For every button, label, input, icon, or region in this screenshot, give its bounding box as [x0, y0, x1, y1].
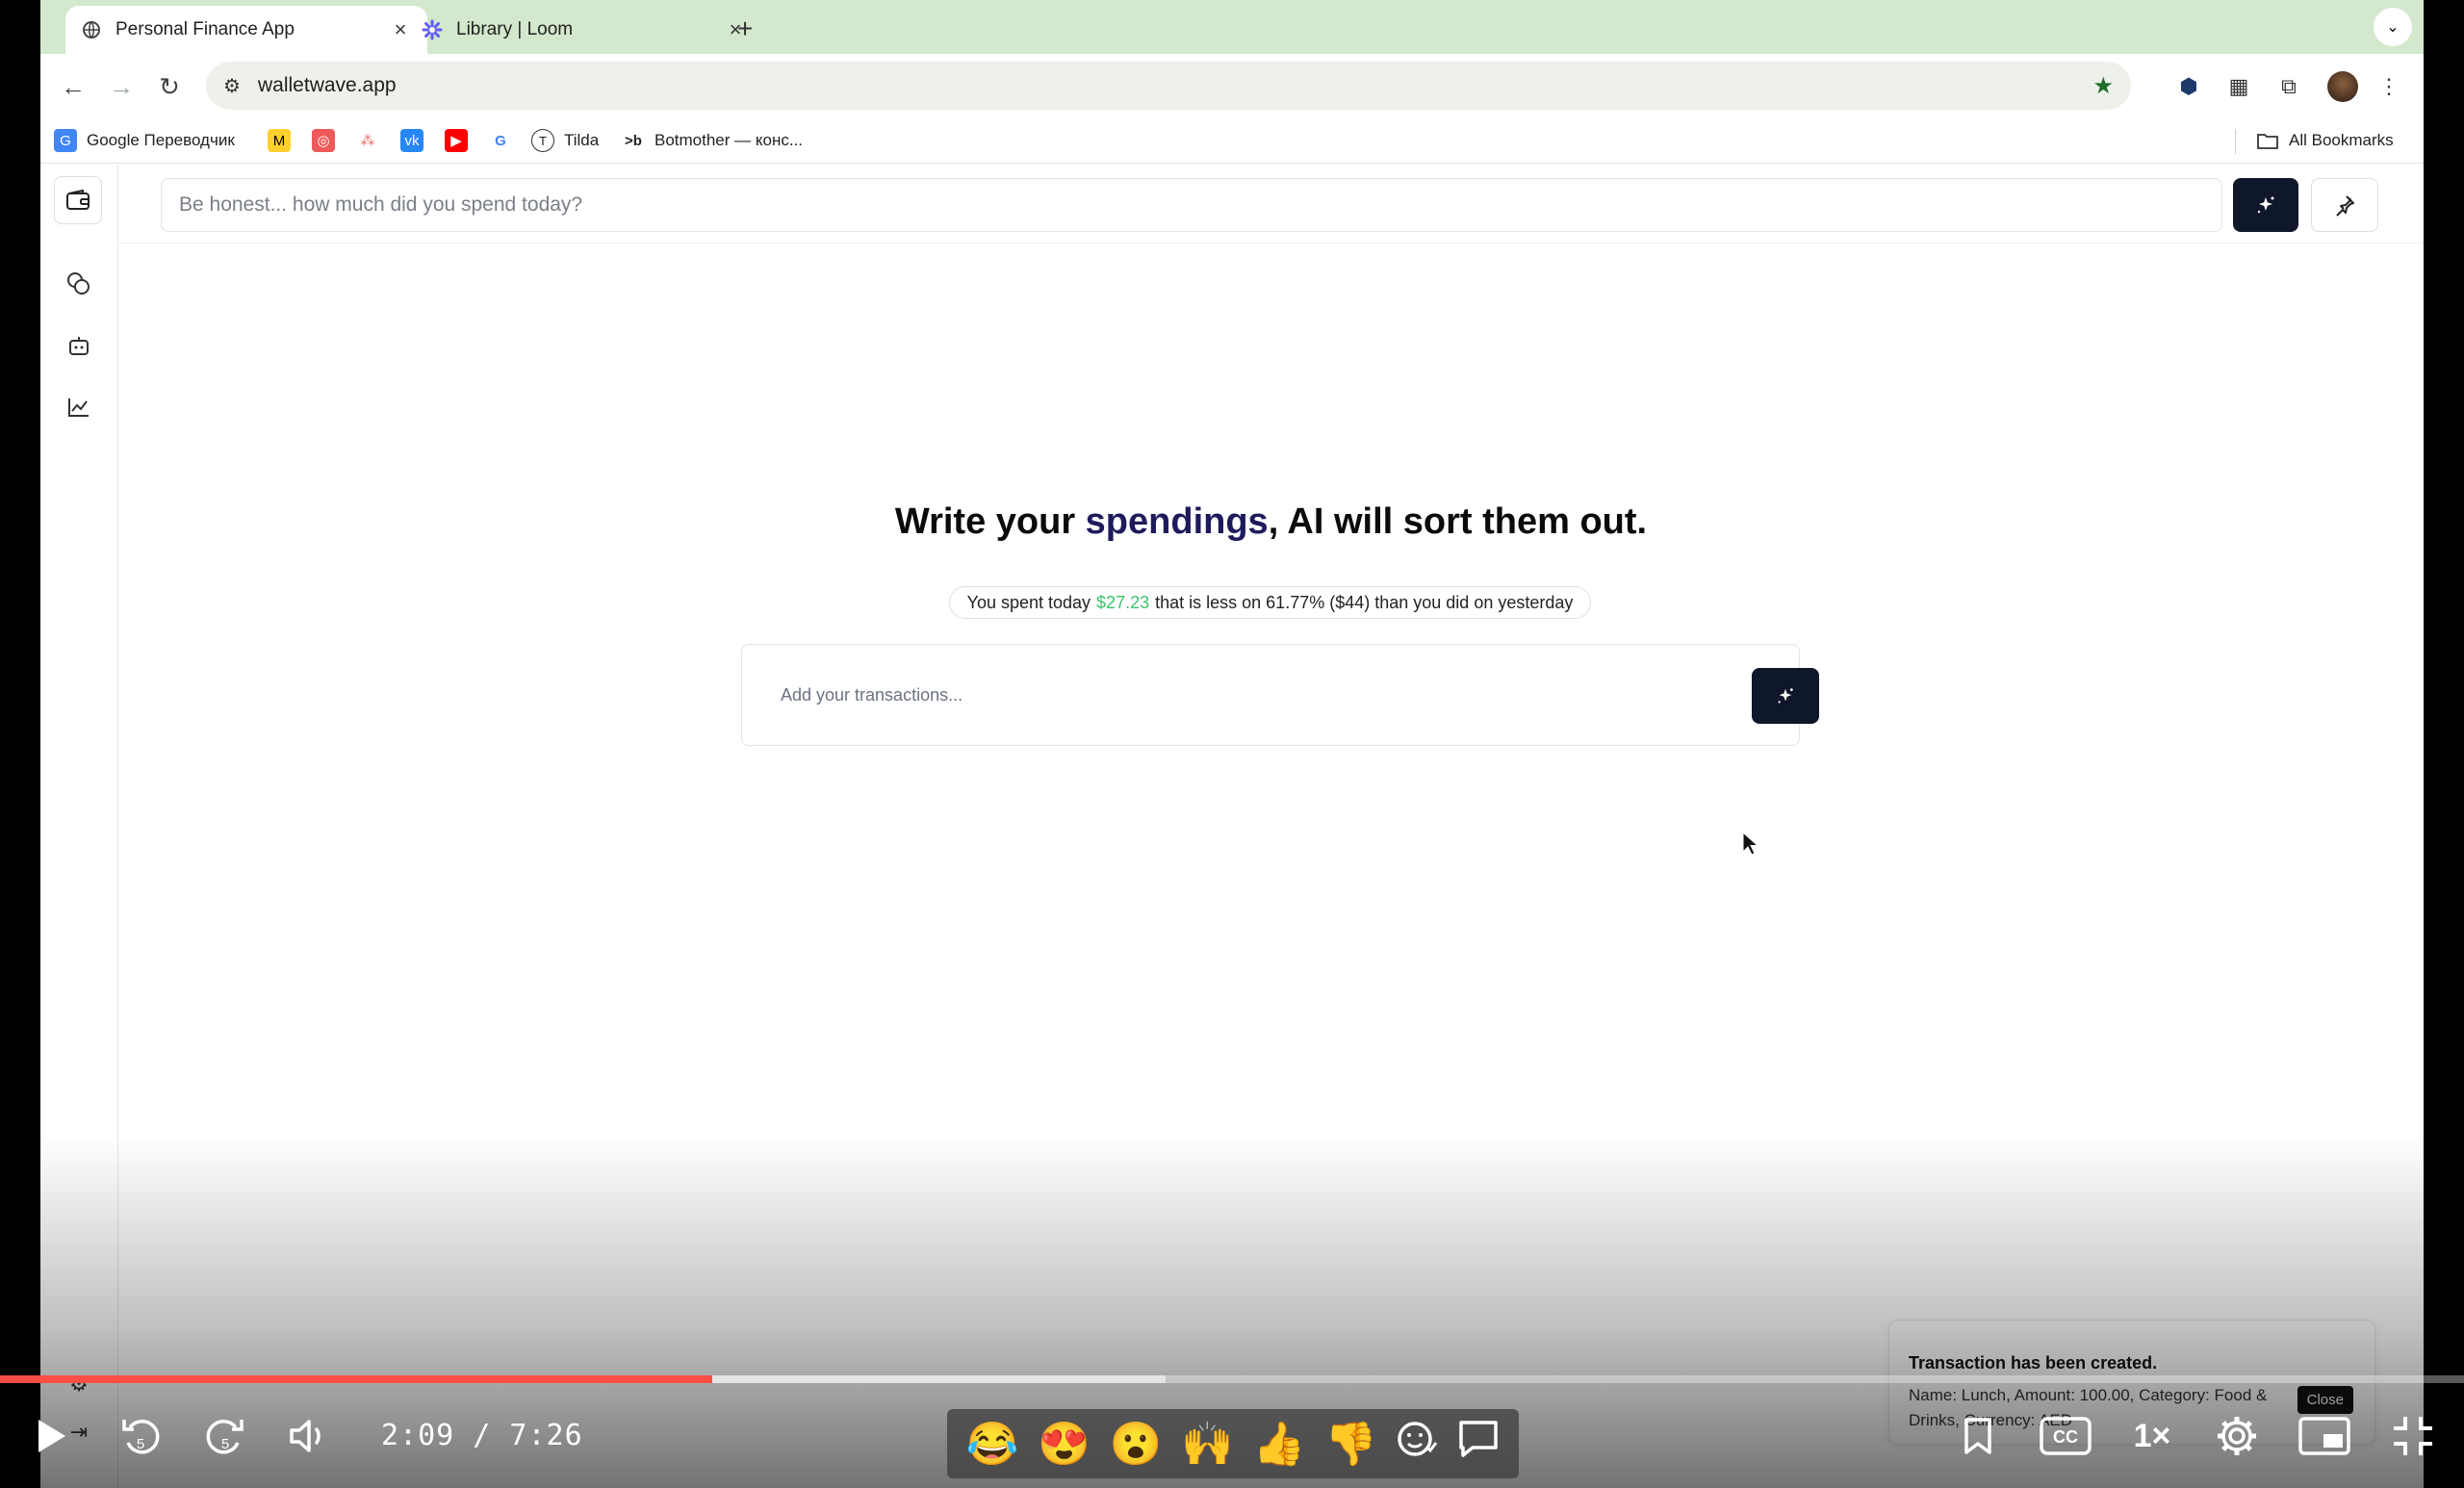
- tab-title: Library | Loom: [456, 19, 574, 39]
- ai-sparkle-button[interactable]: [2233, 178, 2298, 232]
- site-settings-icon[interactable]: ⚙: [218, 74, 246, 98]
- spent-amount: $27.23: [1096, 592, 1150, 612]
- reactions-bar: 😂 😍 😮 🙌 👍 👎: [947, 1409, 1519, 1478]
- picture-in-picture-icon[interactable]: [2297, 1411, 2352, 1461]
- folder-icon: [2256, 129, 2279, 152]
- chart-icon[interactable]: [58, 386, 100, 428]
- browser-toolbar: ← → ↻ ⚙ walletwave.app ★ ⬢ ▦ ⧉ ⋮: [40, 54, 2424, 117]
- svg-text:5: 5: [137, 1436, 144, 1452]
- miro-icon: M: [268, 129, 291, 152]
- finance-app: ⚙ ⇥ Write your spendings, AI will sort t…: [40, 165, 2424, 1488]
- play-icon[interactable]: [27, 1411, 75, 1461]
- bookmark-star-icon[interactable]: ★: [2092, 72, 2114, 100]
- google-icon: G: [495, 132, 506, 149]
- bookmark-miro[interactable]: M: [268, 127, 300, 154]
- svg-text:CC: CC: [2053, 1427, 2078, 1447]
- top-bar: [118, 165, 2424, 244]
- sidebar: ⚙ ⇥: [40, 165, 118, 1488]
- loom-icon: [422, 19, 443, 40]
- add-reaction-icon[interactable]: [1396, 1418, 1438, 1471]
- new-tab-button[interactable]: +: [726, 10, 764, 48]
- quick-spend-input[interactable]: [161, 178, 2222, 232]
- summary-prefix: You spent today: [966, 592, 1091, 612]
- app-icon: ◎: [312, 129, 335, 152]
- bookmark-vk[interactable]: vk: [400, 127, 433, 154]
- tab-library-loom[interactable]: Library | Loom ×: [406, 6, 762, 54]
- wallet-icon[interactable]: [54, 176, 102, 224]
- summary-suffix: that is less on 61.77% ($44) than you di…: [1155, 592, 1574, 612]
- tilda-icon: T: [531, 129, 554, 152]
- pin-icon[interactable]: [2311, 178, 2378, 232]
- comment-icon[interactable]: [1457, 1419, 1500, 1470]
- playback-speed[interactable]: 1×: [2123, 1411, 2181, 1461]
- all-bookmarks-label: All Bookmarks: [2289, 131, 2394, 149]
- more-menu-icon[interactable]: ⋮: [2370, 67, 2408, 106]
- bookmark-label: Google Переводчик: [87, 131, 235, 149]
- bookmark-label: Botmother — конс...: [654, 131, 804, 149]
- transactions-input[interactable]: [781, 674, 1647, 716]
- hero-heading: Write your spendings, AI will sort them …: [118, 501, 2424, 543]
- all-bookmarks-folder[interactable]: All Bookmarks: [2256, 127, 2394, 154]
- forward-5-icon[interactable]: 5: [198, 1411, 252, 1461]
- bookmark-app[interactable]: ◎: [312, 127, 345, 154]
- bookmark-tilda[interactable]: T Tilda: [531, 127, 599, 154]
- hero-suffix: , AI will sort them out.: [1268, 501, 1648, 542]
- vk-icon: vk: [400, 129, 424, 152]
- progress-played: [0, 1375, 712, 1383]
- transaction-form: [741, 644, 1819, 746]
- svg-text:5: 5: [221, 1436, 229, 1452]
- bookmarks-bar: G Google Переводчик M ◎ ⁂ vk ▶ G T Tilda…: [40, 117, 2424, 164]
- url-text: walletwave.app: [258, 74, 397, 96]
- rewind-5-icon[interactable]: 5: [114, 1411, 167, 1461]
- hero-accent: spendings: [1085, 501, 1269, 542]
- toast-title: Transaction has been created.: [1909, 1353, 2158, 1373]
- submit-transactions-button[interactable]: [1752, 668, 1819, 724]
- bookmark-youtube[interactable]: ▶: [445, 127, 477, 154]
- reaction-raised-hands[interactable]: 🙌: [1181, 1419, 1234, 1469]
- volume-icon[interactable]: [285, 1411, 333, 1461]
- bookmark-asana[interactable]: ⁂: [356, 127, 389, 154]
- extension-grid-icon[interactable]: ▦: [2220, 67, 2258, 106]
- tab-personal-finance[interactable]: Personal Finance App ×: [65, 6, 427, 54]
- reaction-surprised[interactable]: 😮: [1110, 1419, 1163, 1469]
- captions-icon[interactable]: CC: [2039, 1411, 2092, 1461]
- coins-icon[interactable]: [58, 263, 100, 305]
- video-time: 2:09 / 7:26: [381, 1419, 583, 1452]
- daily-summary-pill: You spent today $27.23 that is less on 6…: [949, 586, 1591, 619]
- reaction-heart-eyes[interactable]: 😍: [1038, 1419, 1091, 1469]
- toast-close-button[interactable]: Close: [2297, 1386, 2353, 1414]
- globe-icon: [81, 19, 102, 40]
- settings-gear-icon[interactable]: ⚙: [60, 1368, 98, 1400]
- tab-strip: Personal Finance App × Library | Loom × …: [40, 0, 2424, 54]
- back-arrow-icon[interactable]: ←: [54, 67, 92, 106]
- asana-icon: ⁂: [360, 133, 375, 149]
- google-translate-icon: G: [54, 129, 77, 152]
- profile-avatar[interactable]: [2327, 71, 2358, 102]
- hero-prefix: Write your: [894, 501, 1086, 542]
- settings-icon[interactable]: [2210, 1411, 2264, 1461]
- bookmark-video-icon[interactable]: [1956, 1411, 2000, 1461]
- bookmark-google-translate[interactable]: G Google Переводчик: [54, 127, 235, 154]
- tab-title: Personal Finance App: [116, 19, 295, 39]
- tab-search-chevron-icon[interactable]: ⌄: [2374, 8, 2412, 46]
- address-bar[interactable]: ⚙ walletwave.app ★: [206, 62, 2131, 110]
- bot-icon[interactable]: [58, 324, 100, 367]
- bookmark-google[interactable]: G: [489, 127, 522, 154]
- exit-fullscreen-icon[interactable]: [2387, 1411, 2439, 1461]
- extensions-puzzle-icon[interactable]: ⧉: [2270, 67, 2308, 106]
- video-progress-bar[interactable]: [0, 1375, 2464, 1383]
- reaction-laugh[interactable]: 😂: [966, 1419, 1019, 1469]
- reaction-thumbs-up[interactable]: 👍: [1253, 1419, 1306, 1469]
- bookmark-botmother[interactable]: >b Botmother — конс...: [622, 127, 803, 154]
- extension-icon[interactable]: ⬢: [2169, 67, 2208, 106]
- bookmarks-divider: [2235, 129, 2236, 154]
- browser-window: Personal Finance App × Library | Loom × …: [40, 0, 2424, 1488]
- bookmark-label: Tilda: [564, 131, 600, 149]
- youtube-icon: ▶: [445, 129, 468, 152]
- reload-icon[interactable]: ↻: [150, 67, 189, 106]
- reaction-thumbs-down[interactable]: 👎: [1324, 1419, 1377, 1469]
- forward-arrow-icon[interactable]: →: [102, 67, 141, 106]
- mouse-cursor-icon: [1742, 831, 1759, 863]
- botmother-icon: >b: [625, 132, 642, 149]
